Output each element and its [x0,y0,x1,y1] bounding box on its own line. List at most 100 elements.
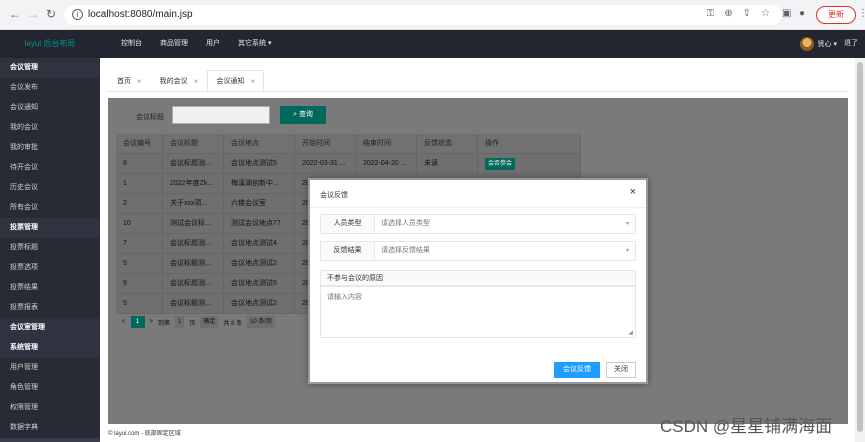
search-button-label: 查询 [298,111,313,118]
browser-toolbar: ← → ↻ i localhost:8080/main.jsp ⚿ ⊕ ⇪ ☆ … [0,0,865,30]
column-header[interactable]: 会议标题 [163,134,224,153]
table-cell: 5 [116,254,163,273]
tab-label[interactable]: 首页 [117,71,131,91]
reason-textarea[interactable]: 请输入内容 ◢ [320,286,636,338]
top-menu-console[interactable]: 控制台 [112,30,151,58]
table-cell: 未读 [417,154,478,173]
user-name[interactable]: 贤心 ▾ [818,39,837,49]
column-header[interactable]: 反馈状态 [417,134,478,153]
attend-button[interactable]: 会否参会 [485,158,516,170]
sidebar-item[interactable]: 我的审批 [0,138,100,158]
url-text[interactable]: localhost:8080/main.jsp [88,9,193,20]
feedback-dialog: 会议反馈 × 人员类型 请选择人员类型 ▾ 反馈结果 请选择反馈结果 ▾ 不参与… [308,178,648,384]
tab-label[interactable]: 会议通知 [216,71,244,91]
address-bar[interactable]: i localhost:8080/main.jsp ⚿ ⊕ ⇪ ☆ [64,5,782,25]
app-header: layui 后台布局 控制台 商品管理 用户 其它系统 ▾ 贤心 ▾ 退了 [0,30,865,58]
sidebar-item[interactable]: 角色管理 [0,378,100,398]
sidebar: 会议管理 会议发布 会议通知 我的会议 我的审批 待开会议 历史会议 所有会议 … [0,58,100,442]
share-icon[interactable]: ⇪ [743,8,751,19]
star-icon[interactable]: ☆ [761,8,770,19]
sidebar-item[interactable]: 会议通知 [0,98,100,118]
column-header[interactable]: 会议地点 [224,134,295,153]
top-menu-products[interactable]: 商品管理 [151,30,197,58]
table-cell: 8 [116,154,163,173]
next-page-button[interactable]: > [150,319,154,325]
zoom-icon[interactable]: ⊕ [724,8,732,19]
feedback-result-select[interactable]: 请选择反馈结果 ▾ [375,242,635,260]
logout-link[interactable]: 退了 [837,30,865,58]
profile-icon[interactable]: ● [799,8,805,19]
search-button[interactable]: ⌕ 查询 [280,106,326,124]
table-cell: 10 [116,214,163,233]
close-icon[interactable]: × [630,186,636,198]
sidebar-group[interactable]: 会议管理 [0,58,100,78]
info-icon[interactable]: i [72,9,83,20]
sidebar-item[interactable]: 投票选项 [0,258,100,278]
footer-copyright: © layui.com - 底部固定区域 [108,431,181,437]
table-cell: 梅溪湖创新中... [224,174,295,193]
table-row[interactable]: 8 会议标题测... 会议地点测试5 2022-03-31 ... 2022-04-20… [116,154,581,174]
sidepanel-icon[interactable]: ▣ [782,8,791,19]
scrollbar[interactable] [855,58,865,442]
table-cell: 会议标题测... [163,294,224,313]
current-page[interactable]: 1 [130,316,145,328]
tab-meeting-notice[interactable]: 会议通知 × [207,70,265,92]
sidebar-group[interactable]: 会议室管理 [0,318,100,338]
sidebar-group[interactable]: 投票管理 [0,218,100,238]
key-icon[interactable]: ⚿ [707,8,715,19]
tab-label[interactable]: 我的会议 [160,71,188,91]
close-icon[interactable]: × [250,71,255,91]
column-header[interactable]: 结束时间 [356,134,417,153]
sidebar-item[interactable]: 会议发布 [0,78,100,98]
top-menu-other[interactable]: 其它系统 ▾ [229,30,280,58]
tab-bar: 首页 × 我的会议 × 会议通知 × [108,70,265,92]
sidebar-item[interactable]: 历史会议 [0,178,100,198]
pagination: < 1 > 到第 1 页 确定 共 8 条 10 条/页 [122,316,276,328]
sidebar-item[interactable]: 用户管理 [0,358,100,378]
table-cell: 会议标题测... [163,154,224,173]
table-cell: 会议地点测试6 [224,274,295,293]
table-cell: 2022年度Zk... [163,174,224,193]
tab-my-meetings[interactable]: 我的会议 × [151,70,208,92]
table-cell: 会议标题测... [163,274,224,293]
person-type-select[interactable]: 请选择人员类型 ▾ [375,215,635,233]
confirm-page-button[interactable]: 确定 [200,316,219,328]
column-header[interactable]: 会议编号 [116,134,163,153]
reason-placeholder: 请输入内容 [327,294,362,301]
feedback-result-placeholder: 请选择反馈结果 [381,247,430,254]
back-icon[interactable]: ← [8,7,22,21]
table-cell: 9 [116,274,163,293]
sidebar-item[interactable]: 待开会议 [0,158,100,178]
sidebar-item[interactable]: 投票标题 [0,238,100,258]
tab-home[interactable]: 首页 × [108,70,151,92]
sidebar-item[interactable]: 投票报表 [0,298,100,318]
table-cell: 2022-03-31 ... [295,154,356,173]
sidebar-item[interactable]: 所有会议 [0,198,100,218]
table-header: 会议编号 会议标题 会议地点 开始时间 结束时间 反馈状态 操作 [116,134,581,154]
resize-handle-icon[interactable]: ◢ [628,329,633,336]
top-menu-users[interactable]: 用户 [197,30,229,58]
table-cell: 5 [116,294,163,313]
column-header[interactable]: 操作 [478,134,581,153]
sidebar-item[interactable]: 我的会议 [0,118,100,138]
reload-icon[interactable]: ↻ [44,7,58,21]
sidebar-group[interactable]: 系统管理 [0,338,100,358]
menu-icon[interactable]: ⋮ [858,8,865,19]
submit-feedback-button[interactable]: 会议反馈 [554,362,600,378]
forward-icon[interactable]: → [26,7,40,21]
chevron-down-icon: ▾ [625,248,629,254]
page-size-select[interactable]: 10 条/页 [247,316,276,328]
column-header[interactable]: 开始时间 [295,134,356,153]
close-icon[interactable]: × [137,71,142,91]
close-icon[interactable]: × [194,71,199,91]
search-input[interactable] [172,106,270,124]
sidebar-item[interactable]: 权限管理 [0,398,100,418]
close-dialog-button[interactable]: 关闭 [606,362,636,378]
sidebar-item[interactable]: 投票结果 [0,278,100,298]
sidebar-item[interactable]: 数据字典 [0,418,100,438]
scrollbar-thumb[interactable] [857,62,863,432]
user-menu[interactable]: 贤心 ▾ [799,30,837,58]
update-button[interactable]: 更新 [816,6,856,24]
prev-page-button[interactable]: < [122,319,126,325]
page-input[interactable]: 1 [175,316,185,328]
